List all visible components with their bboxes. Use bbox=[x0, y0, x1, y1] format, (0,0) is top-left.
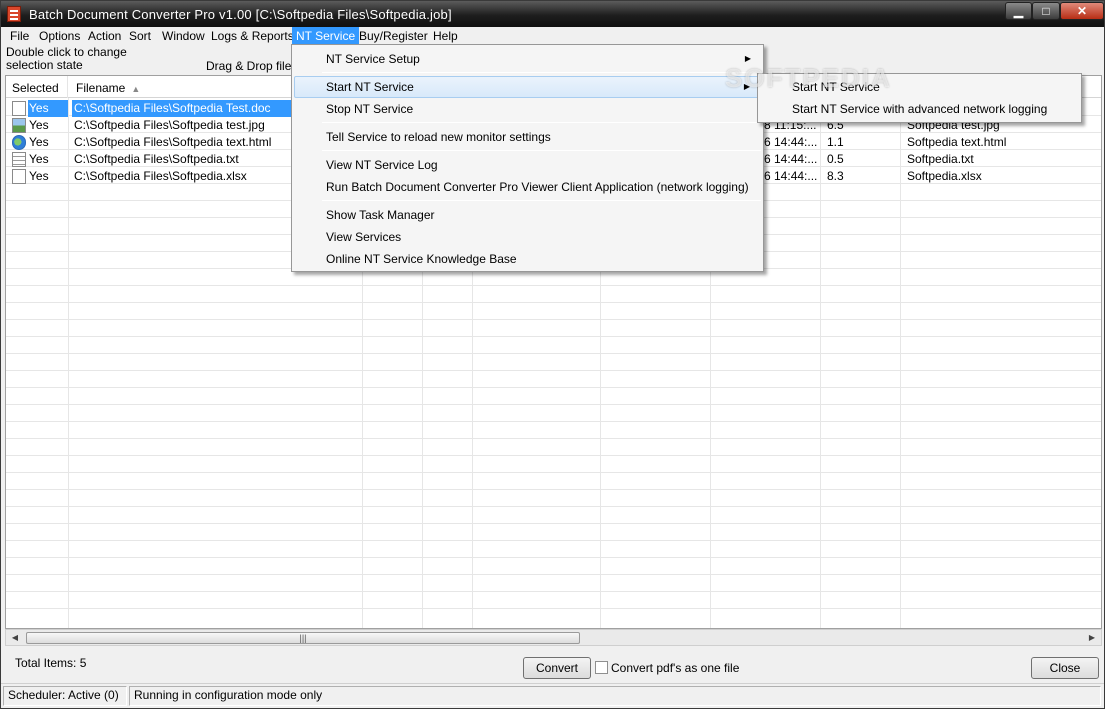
row-filename: C:\Softpedia Files\Softpedia.txt bbox=[74, 152, 239, 166]
menu-action[interactable]: Action bbox=[84, 27, 125, 45]
document-icon bbox=[12, 101, 26, 116]
header-filename-label: Filename bbox=[76, 81, 126, 95]
menu-item-stop-nt-service[interactable]: Stop NT Service bbox=[294, 98, 761, 120]
close-window-button[interactable]: ✕ bbox=[1060, 2, 1104, 20]
horizontal-scrollbar[interactable]: ◀ ||| ▶ bbox=[5, 629, 1102, 646]
header-selected[interactable]: Selected bbox=[6, 76, 68, 98]
row-filename: C:\Softpedia Files\Softpedia.xlsx bbox=[74, 169, 247, 183]
convert-pdf-checkbox[interactable] bbox=[595, 661, 608, 674]
row-name: Softpedia.txt bbox=[907, 152, 974, 166]
menu-item-label: Show Task Manager bbox=[326, 208, 435, 222]
close-button[interactable]: Close bbox=[1031, 657, 1099, 679]
nt-service-menu: NT Service Setup ▶ Start NT Service ▶ Stop… bbox=[291, 44, 764, 272]
row-name: Softpedia text.html bbox=[907, 135, 1007, 149]
convert-button[interactable]: Convert bbox=[523, 657, 591, 679]
row-selected: Yes bbox=[28, 100, 68, 117]
menu-help[interactable]: Help bbox=[429, 27, 462, 45]
minimize-button[interactable]: ▁ bbox=[1005, 2, 1032, 20]
submenu-item-start-with-logging[interactable]: Start NT Service with advanced network l… bbox=[760, 98, 1079, 120]
menu-item-view-log[interactable]: View NT Service Log bbox=[294, 154, 761, 176]
convert-pdf-label[interactable]: Convert pdf's as one file bbox=[611, 661, 739, 675]
row-date: 6 14:44:... bbox=[764, 152, 818, 166]
row-selected: Yes bbox=[29, 169, 49, 183]
row-selected: Yes bbox=[29, 118, 49, 132]
menu-nt-service[interactable]: NT Service bbox=[292, 27, 360, 45]
row-size: 0.5 bbox=[827, 152, 844, 166]
menu-item-run-viewer-client[interactable]: Run Batch Document Converter Pro Viewer … bbox=[294, 176, 761, 198]
header-selected-label: Selected bbox=[12, 81, 59, 95]
menu-bar: File Options Action Sort Window Logs & R… bbox=[1, 27, 1104, 45]
menu-item-show-task-manager[interactable]: Show Task Manager bbox=[294, 204, 761, 226]
menu-item-label: Online NT Service Knowledge Base bbox=[326, 252, 517, 266]
row-filename: C:\Softpedia Files\Softpedia text.html bbox=[74, 135, 272, 149]
document-icon bbox=[12, 169, 26, 184]
row-selected: Yes bbox=[29, 152, 49, 166]
menu-item-label: Start NT Service bbox=[326, 80, 414, 94]
drag-drop-hint: Drag & Drop files i bbox=[206, 59, 304, 73]
watermark-logo: SOFTPEDIA bbox=[725, 63, 892, 93]
window-title: Batch Document Converter Pro v1.00 [C:\S… bbox=[29, 7, 452, 22]
row-date: 6 14:44:... bbox=[764, 135, 818, 149]
selection-hint-line2: selection state bbox=[6, 58, 83, 72]
html-file-icon bbox=[12, 135, 26, 150]
menu-item-label: Stop NT Service bbox=[326, 102, 414, 116]
menu-item-reload-settings[interactable]: Tell Service to reload new monitor setti… bbox=[294, 126, 761, 148]
scroll-thumb[interactable]: ||| bbox=[26, 632, 580, 644]
app-icon bbox=[7, 6, 21, 22]
row-filename: C:\Softpedia Files\Softpedia Test.doc bbox=[72, 100, 298, 117]
menu-sort[interactable]: Sort bbox=[125, 27, 155, 45]
menu-item-nt-service-setup[interactable]: NT Service Setup ▶ bbox=[294, 48, 761, 70]
row-date: 6 14:44:... bbox=[764, 169, 818, 183]
scroll-right-icon[interactable]: ▶ bbox=[1084, 631, 1100, 645]
maximize-button[interactable]: □ bbox=[1032, 2, 1060, 20]
menu-window[interactable]: Window bbox=[158, 27, 209, 45]
row-size: 8.3 bbox=[827, 169, 844, 183]
menu-item-label: NT Service Setup bbox=[326, 52, 420, 66]
app-window: Batch Document Converter Pro v1.00 [C:\S… bbox=[0, 0, 1105, 709]
sort-ascending-icon: ▲ bbox=[131, 84, 141, 94]
menu-file[interactable]: File bbox=[6, 27, 33, 45]
selection-hint: Double click to change selection state bbox=[6, 46, 127, 72]
menu-item-knowledge-base[interactable]: Online NT Service Knowledge Base bbox=[294, 248, 761, 270]
scheduler-status: Scheduler: Active (0) bbox=[3, 686, 127, 706]
menu-item-view-services[interactable]: View Services bbox=[294, 226, 761, 248]
scroll-left-icon[interactable]: ◀ bbox=[7, 631, 23, 645]
row-size: 1.1 bbox=[827, 135, 844, 149]
row-name: Softpedia.xlsx bbox=[907, 169, 982, 183]
menu-item-label: View NT Service Log bbox=[326, 158, 438, 172]
title-bar[interactable]: Batch Document Converter Pro v1.00 [C:\S… bbox=[1, 1, 1104, 27]
text-file-icon bbox=[12, 152, 26, 167]
mode-status: Running in configuration mode only bbox=[129, 686, 1101, 706]
status-bar: Scheduler: Active (0) Running in configu… bbox=[1, 683, 1104, 708]
menu-options[interactable]: Options bbox=[35, 27, 84, 45]
row-selected: Yes bbox=[29, 135, 49, 149]
total-items: Total Items: 5 bbox=[15, 656, 87, 670]
row-filename: C:\Softpedia Files\Softpedia test.jpg bbox=[74, 118, 265, 132]
menu-logs-reports[interactable]: Logs & Reports bbox=[207, 27, 298, 45]
image-file-icon bbox=[12, 118, 26, 133]
menu-item-start-nt-service[interactable]: Start NT Service ▶ bbox=[294, 76, 761, 98]
menu-buy-register[interactable]: Buy/Register bbox=[355, 27, 432, 45]
menu-item-label: Tell Service to reload new monitor setti… bbox=[326, 130, 551, 144]
menu-item-label: View Services bbox=[326, 230, 402, 244]
menu-item-label: Run Batch Document Converter Pro Viewer … bbox=[326, 180, 749, 194]
